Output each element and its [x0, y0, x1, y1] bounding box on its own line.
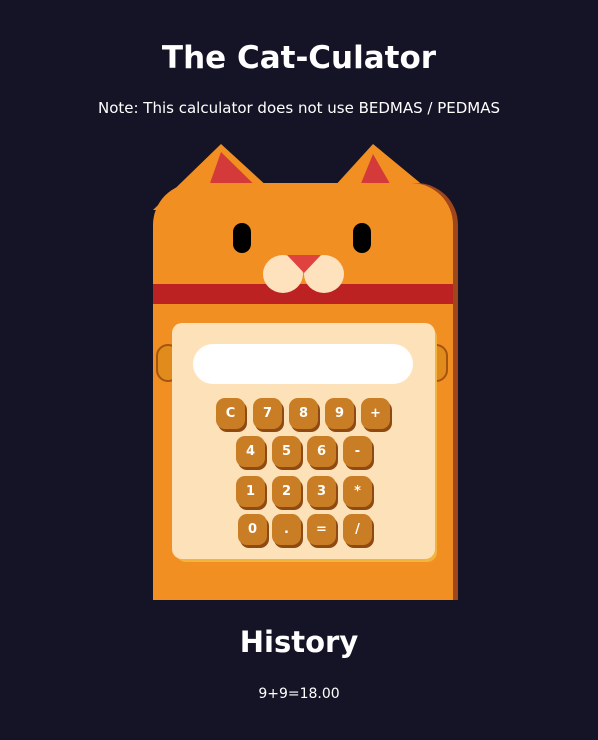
cat-right-eye: [353, 223, 371, 253]
calculator-display[interactable]: [193, 344, 413, 384]
key-clear-button[interactable]: C: [216, 398, 245, 429]
key-divide-button[interactable]: /: [343, 514, 372, 545]
key-8-button[interactable]: 8: [289, 398, 318, 429]
key-7-button[interactable]: 7: [253, 398, 282, 429]
key-add-button[interactable]: +: [361, 398, 390, 429]
key-5-button[interactable]: 5: [272, 436, 301, 467]
key-3-button[interactable]: 3: [307, 476, 336, 507]
key-9-button[interactable]: 9: [325, 398, 354, 429]
history-list: 9+9=18.00: [0, 684, 598, 704]
cat-nose: [287, 255, 321, 273]
history-title: History: [239, 625, 359, 659]
history-entry: 9+9=18.00: [258, 686, 340, 702]
key-0-button[interactable]: 0: [238, 514, 267, 545]
key-4-button[interactable]: 4: [236, 436, 265, 467]
page: The Cat-Culator Note: This calculator do…: [0, 0, 598, 740]
key-decimal-button[interactable]: .: [272, 514, 301, 545]
key-multiply-button[interactable]: *: [343, 476, 372, 507]
key-6-button[interactable]: 6: [307, 436, 336, 467]
key-2-button[interactable]: 2: [272, 476, 301, 507]
key-1-button[interactable]: 1: [236, 476, 265, 507]
cat-collar: [153, 284, 453, 304]
key-equals-button[interactable]: =: [307, 514, 336, 545]
key-subtract-button[interactable]: -: [343, 436, 372, 467]
cat-left-eye: [233, 223, 251, 253]
